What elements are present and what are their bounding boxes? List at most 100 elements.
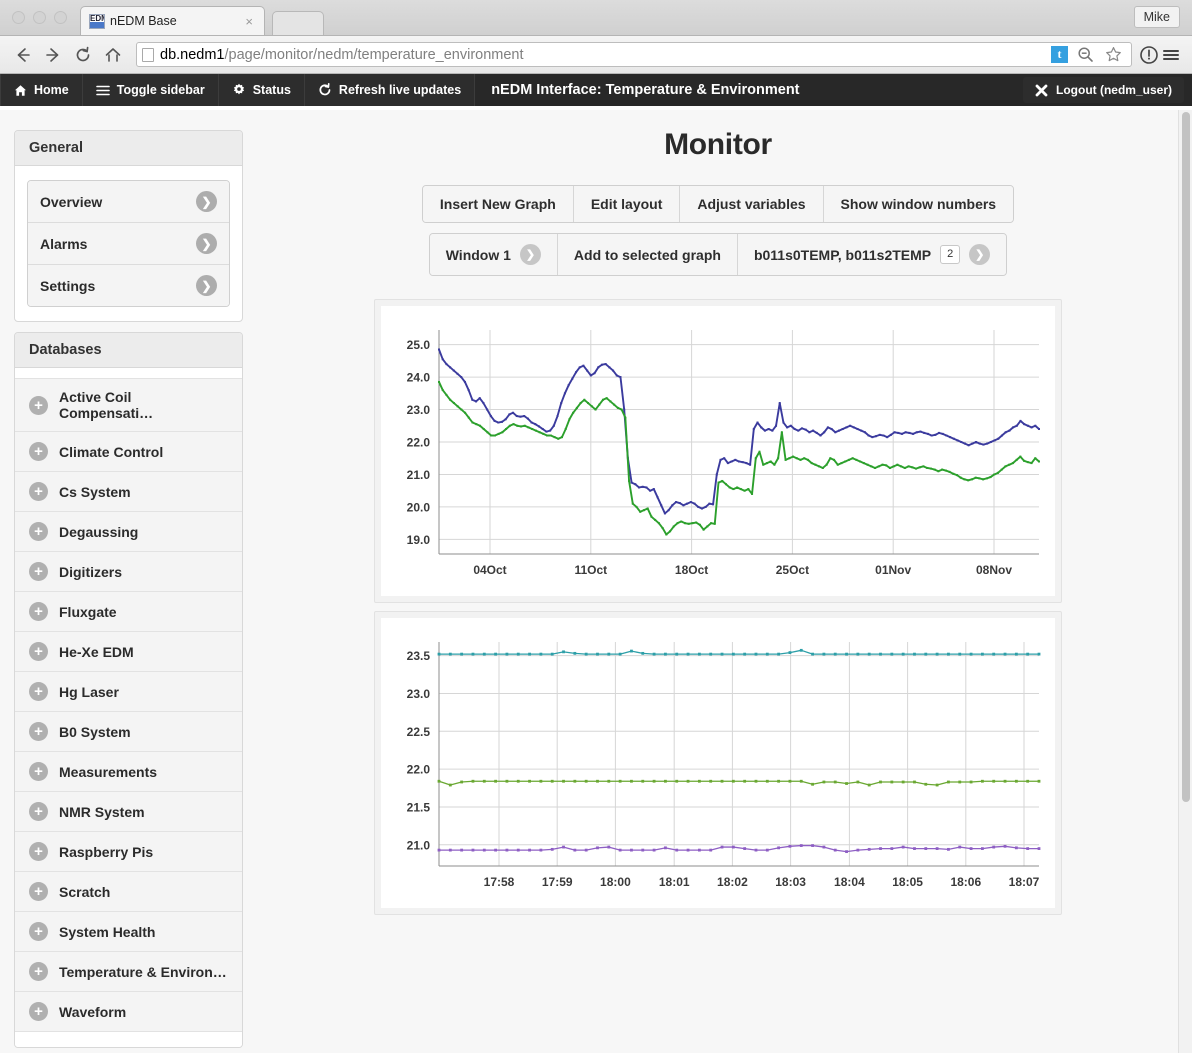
series-marker <box>938 431 940 434</box>
series-marker <box>638 486 640 489</box>
graph-panel-2[interactable]: 21.0 21.5 22.0 22.5 23.0 23.5 17:58 17:59 18:00 1… <box>374 611 1062 915</box>
nav-home-button[interactable]: Home <box>0 74 83 106</box>
sidebar-item-overview[interactable]: Overview ❯ <box>28 181 229 223</box>
sidebar-db-item[interactable]: + Active Coil Compensati… <box>15 378 242 431</box>
sidebar-db-item[interactable]: + Climate Control <box>15 431 242 471</box>
reload-icon[interactable] <box>70 42 96 68</box>
series-marker <box>743 847 747 850</box>
forward-icon[interactable] <box>40 42 66 68</box>
series-marker <box>530 421 533 424</box>
sidebar-db-item[interactable]: + NMR System <box>15 791 242 831</box>
profile-button[interactable]: Mike <box>1133 6 1180 28</box>
sidebar-db-item[interactable]: + Scratch <box>15 871 242 911</box>
address-bar[interactable]: db.nedm1/page/monitor/nedm/temperature_e… <box>136 42 1132 67</box>
page-document-icon <box>142 47 154 62</box>
series-marker <box>881 463 884 466</box>
series-marker <box>896 463 899 466</box>
maximize-window-button[interactable] <box>54 11 67 24</box>
series-marker <box>751 492 754 495</box>
series-marker <box>646 507 649 510</box>
series-marker <box>463 380 466 383</box>
info-icon[interactable] <box>1138 45 1160 65</box>
sidebar-db-item[interactable]: + Cs System <box>15 471 242 511</box>
chevron-down-icon: ❯ <box>519 244 541 265</box>
edit-layout-button[interactable]: Edit layout <box>573 186 681 222</box>
window-select-dropdown[interactable]: Window 1 ❯ <box>429 234 558 275</box>
variables-dropdown[interactable]: b011s0TEMP, b011s2TEMP 2 ❯ <box>737 234 1007 275</box>
zoom-out-icon[interactable] <box>1074 46 1096 63</box>
series-marker <box>788 457 791 460</box>
tab-close-icon[interactable]: × <box>242 14 256 29</box>
sidebar-db-item-label: Scratch <box>59 883 111 900</box>
series-marker <box>934 433 937 436</box>
nav-status-button[interactable]: Status <box>218 74 305 106</box>
insert-new-graph-button[interactable]: Insert New Graph <box>422 186 574 222</box>
databases-panel: Databases + Active Coil Compensati… + Clima… <box>14 332 243 1048</box>
series-marker <box>992 779 996 783</box>
series-marker <box>937 470 940 473</box>
x-axis-tick-label: 18:00 <box>600 875 631 889</box>
series-marker <box>829 457 832 460</box>
series-marker <box>642 509 645 512</box>
bookmark-star-icon[interactable] <box>1102 46 1124 63</box>
variables-label: b011s0TEMP, b011s2TEMP <box>753 246 932 263</box>
minimize-window-button[interactable] <box>33 11 46 24</box>
add-to-selected-graph-button[interactable]: Add to selected graph <box>557 234 738 275</box>
series-marker <box>584 652 588 656</box>
back-icon[interactable] <box>10 42 36 68</box>
sidebar-db-item[interactable]: + Fluxgate <box>15 591 242 631</box>
address-bar-icons: t <box>1051 46 1126 63</box>
scrollbar-thumb[interactable] <box>1182 112 1190 802</box>
menu-icon[interactable] <box>1160 45 1182 65</box>
page-scrollbar[interactable] <box>1178 110 1192 1053</box>
series-marker <box>441 389 444 392</box>
series-marker <box>482 402 485 405</box>
series-marker <box>560 436 563 439</box>
series-marker <box>804 428 807 431</box>
series-marker <box>1026 424 1029 427</box>
series-marker <box>958 845 962 849</box>
home-icon[interactable] <box>100 42 126 68</box>
tumblr-badge-icon[interactable]: t <box>1051 46 1068 63</box>
sidebar-db-item[interactable]: + Degaussing <box>15 511 242 551</box>
series-marker <box>911 466 914 469</box>
nav-toggle-sidebar-button[interactable]: Toggle sidebar <box>82 74 219 106</box>
series-marker <box>969 847 973 850</box>
sidebar-db-item[interactable]: + Hg Laser <box>15 671 242 711</box>
series-marker <box>478 397 481 400</box>
series-marker <box>710 522 713 525</box>
series-marker <box>482 428 485 431</box>
sidebar-db-item[interactable]: + Measurements <box>15 751 242 791</box>
series-marker <box>862 462 865 465</box>
series-marker <box>963 442 966 445</box>
graph-canvas-2[interactable]: 21.0 21.5 22.0 22.5 23.0 23.5 17:58 17:59 18:00 1… <box>381 618 1055 908</box>
sidebar-item-alarms[interactable]: Alarms ❯ <box>28 223 229 265</box>
show-window-numbers-button[interactable]: Show window numbers <box>823 186 1014 222</box>
logout-button[interactable]: Logout (nedm_user) <box>1023 77 1184 103</box>
sidebar-db-item[interactable]: + Waveform <box>15 991 242 1031</box>
close-window-button[interactable] <box>12 11 25 24</box>
sidebar-db-item[interactable]: + Temperature & Environ… <box>15 951 242 991</box>
series-marker <box>528 848 531 852</box>
series-marker <box>500 420 503 423</box>
series-marker <box>1026 652 1030 656</box>
graph-canvas-1[interactable]: 19.0 20.0 21.0 22.0 23.0 24.0 25.0 04Oct 11Oct 18… <box>381 306 1055 596</box>
series-marker <box>777 652 781 656</box>
sidebar-db-item[interactable]: + He-Xe EDM <box>15 631 242 671</box>
new-tab-button[interactable] <box>272 11 324 35</box>
sidebar-item-settings[interactable]: Settings ❯ <box>28 265 229 306</box>
adjust-variables-button[interactable]: Adjust variables <box>680 186 824 222</box>
plus-circle-icon: + <box>29 395 48 415</box>
general-panel-body: Overview ❯ Alarms ❯ Settings ❯ <box>15 166 242 321</box>
browser-tab[interactable]: EDM nEDM Base × <box>80 6 265 35</box>
sidebar-db-item[interactable]: + System Health <box>15 911 242 951</box>
series-marker <box>612 369 615 372</box>
series-marker <box>845 850 848 854</box>
sidebar-db-item[interactable]: + B0 System <box>15 711 242 751</box>
sidebar-db-item[interactable]: + Digitizers <box>15 551 242 591</box>
sidebar-db-item[interactable]: + Raspberry Pis <box>15 831 242 871</box>
nav-refresh-button[interactable]: Refresh live updates <box>304 74 476 106</box>
graph-panel-1[interactable]: 19.0 20.0 21.0 22.0 23.0 24.0 25.0 04Oct 11Oct 18… <box>374 299 1062 603</box>
series-marker <box>675 848 679 852</box>
series-marker <box>833 848 837 852</box>
